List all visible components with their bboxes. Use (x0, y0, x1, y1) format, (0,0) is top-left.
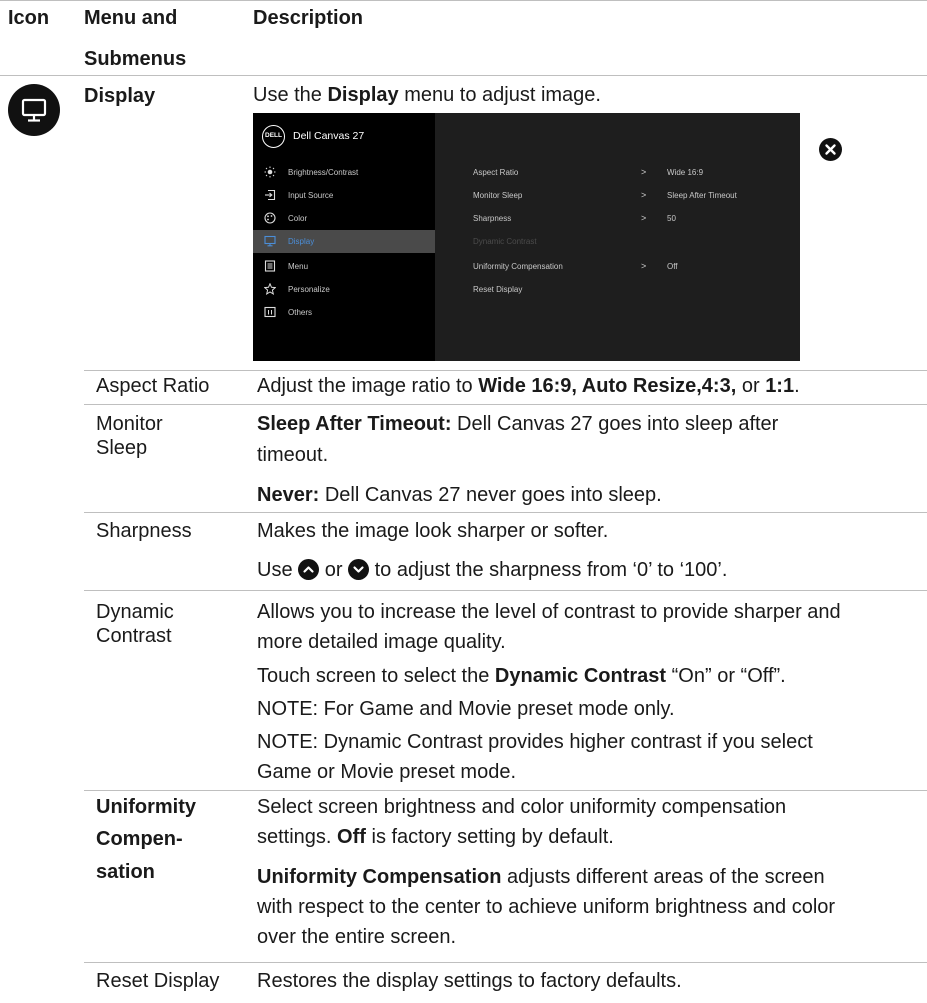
osd-menu-color[interactable]: Color (253, 207, 435, 230)
chevron-right-icon: > (641, 190, 647, 200)
reset-display-desc: Restores the display settings to factory… (257, 970, 682, 992)
menu-list-icon (264, 260, 276, 272)
palette-icon (264, 212, 276, 224)
monitor-sleep-p1-line1: Sleep After Timeout: Dell Canvas 27 goes… (257, 413, 779, 435)
info-box-icon (264, 306, 276, 318)
osd-setting-label: Sharpness (473, 214, 512, 223)
sun-icon (264, 166, 276, 178)
dynamic-contrast-note1: NOTE: For Game and Movie preset mode onl… (257, 698, 675, 720)
header-menu-line1: Menu and (84, 7, 178, 29)
osd-setting-dynamic-contrast: Dynamic Contrast (473, 230, 800, 253)
dynamic-contrast-line2: more detailed image quality. (257, 631, 506, 653)
chevron-down-circle-icon[interactable] (348, 559, 370, 580)
osd-menu-label: Others (288, 308, 313, 317)
top-rule (0, 0, 927, 1)
osd-menu-label: Input Source (288, 191, 334, 200)
osd-sidebar: DELL Dell Canvas 27 Brightness/Contrast … (253, 113, 435, 361)
osd-setting-value: Wide 16:9 (667, 168, 704, 177)
osd-setting-label: Monitor Sleep (473, 191, 523, 200)
row-rule (84, 962, 927, 963)
osd-screenshot: DELL Dell Canvas 27 Brightness/Contrast … (253, 113, 800, 361)
sharpness-line2: Use or to adjust the sharpness from ‘0’ … (257, 559, 728, 581)
uniformity-p2-line1: Uniformity Compensation adjusts differen… (257, 866, 825, 888)
header-description: Description (253, 7, 364, 29)
aspect-ratio-name: Aspect Ratio (96, 375, 210, 397)
osd-menu-display[interactable]: Display (253, 230, 435, 253)
monitor-sleep-p2: Never: Dell Canvas 27 never goes into sl… (257, 484, 662, 506)
aspect-ratio-desc: Adjust the image ratio to Wide 16:9, Aut… (257, 375, 800, 397)
chevron-right-icon: > (641, 213, 647, 223)
row-rule (84, 790, 927, 791)
display-intro: Use the Display menu to adjust image. (253, 84, 601, 106)
uniformity-name-1: Uniformity (96, 796, 196, 818)
osd-setting-value: Sleep After Timeout (667, 191, 737, 200)
osd-setting-label: Uniformity Compensation (473, 262, 563, 271)
osd-setting-value: 50 (667, 214, 676, 223)
uniformity-name-3: sation (96, 861, 155, 883)
row-rule (84, 404, 927, 405)
osd-setting-reset-display[interactable]: Reset Display (473, 278, 800, 301)
monitor-icon (8, 84, 60, 136)
sharpness-line1: Makes the image look sharper or softer. (257, 520, 609, 542)
chevron-up-circle-icon[interactable] (298, 559, 320, 580)
osd-setting-value: Off (667, 262, 678, 271)
osd-menu-label: Display (288, 237, 315, 246)
uniformity-p1-line2: settings. Off is factory setting by defa… (257, 826, 614, 848)
osd-menu-label: Personalize (288, 285, 330, 294)
monitor-sleep-name-2: Sleep (96, 437, 148, 459)
chevron-right-icon: > (641, 167, 647, 177)
dell-logo: DELL (262, 125, 285, 148)
row-rule (84, 512, 927, 513)
display-menu-name: Display (84, 85, 156, 107)
header-icon: Icon (8, 7, 50, 29)
osd-menu-input-source[interactable]: Input Source (253, 184, 435, 207)
reset-display-name: Reset Display (96, 970, 220, 992)
uniformity-p1-line1: Select screen brightness and color unifo… (257, 796, 787, 818)
header-rule (0, 75, 927, 76)
dynamic-contrast-name-2: Contrast (96, 625, 172, 647)
osd-menu-label: Menu (288, 262, 309, 271)
monitor-sleep-p1-line2: timeout. (257, 444, 329, 466)
osd-menu-label: Color (288, 214, 308, 223)
uniformity-p2-line3: over the entire screen. (257, 926, 456, 948)
osd-menu-menu[interactable]: Menu (253, 255, 435, 278)
sharpness-name: Sharpness (96, 520, 192, 542)
osd-menu-brightness[interactable]: Brightness/Contrast (253, 161, 435, 184)
row-rule (84, 590, 927, 591)
dynamic-contrast-note2-line1: NOTE: Dynamic Contrast provides higher c… (257, 731, 813, 753)
osd-setting-uniformity[interactable]: Uniformity Compensation > Off (473, 255, 800, 278)
osd-setting-sharpness[interactable]: Sharpness > 50 (473, 207, 800, 230)
osd-menu-others[interactable]: Others (253, 301, 435, 324)
osd-setting-label: Dynamic Contrast (473, 237, 537, 246)
osd-setting-aspect-ratio[interactable]: Aspect Ratio > Wide 16:9 (473, 161, 800, 184)
osd-menu-label: Brightness/Contrast (288, 168, 359, 177)
dynamic-contrast-note2-line2: Game or Movie preset mode. (257, 761, 516, 783)
dynamic-contrast-line3: Touch screen to select the Dynamic Contr… (257, 665, 786, 687)
chevron-right-icon: > (641, 261, 647, 271)
monitor-icon (264, 235, 276, 247)
star-icon (264, 283, 276, 295)
osd-setting-label: Reset Display (473, 285, 523, 294)
uniformity-name-2: Compen- (96, 828, 183, 850)
dynamic-contrast-line1: Allows you to increase the level of cont… (257, 601, 841, 623)
uniformity-p2-line2: with respect to the center to achieve un… (257, 896, 836, 918)
osd-title: Dell Canvas 27 (293, 130, 365, 142)
osd-menu-personalize[interactable]: Personalize (253, 278, 435, 301)
input-arrow-icon (265, 189, 276, 201)
osd-setting-label: Aspect Ratio (473, 168, 519, 177)
close-x-icon[interactable] (819, 138, 842, 161)
header-menu-line2: Submenus (84, 48, 187, 70)
osd-setting-monitor-sleep[interactable]: Monitor Sleep > Sleep After Timeout (473, 184, 800, 207)
